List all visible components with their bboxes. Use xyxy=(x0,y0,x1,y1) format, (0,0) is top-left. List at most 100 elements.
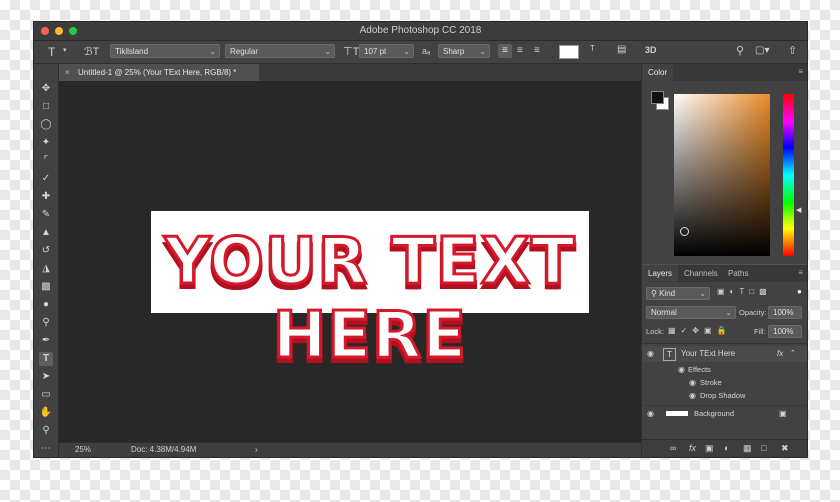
chevron-down-icon[interactable]: ▾ xyxy=(63,46,67,54)
layer-name: Your TExt Here xyxy=(681,349,736,358)
text-orientation-icon[interactable]: ℬT xyxy=(84,45,99,58)
clone-stamp-tool-icon[interactable]: ▲ xyxy=(39,226,53,240)
zoom-level[interactable]: 25% xyxy=(75,445,91,454)
layer-effects-row[interactable]: ◉ Effects xyxy=(642,363,807,377)
3d-button[interactable]: 3D xyxy=(645,45,657,55)
layers-panel: Layers Channels Paths ≡ ⚲ Kind ⌄ ▣◐T□▩ ● … xyxy=(642,265,807,457)
move-tool-icon[interactable]: ✥ xyxy=(39,82,53,96)
share-icon[interactable]: ⇧ xyxy=(788,44,797,57)
panel-menu-icon[interactable]: ≡ xyxy=(798,268,803,277)
panel-menu-icon[interactable]: ≡ xyxy=(798,67,803,76)
fx-icon[interactable]: fx xyxy=(777,346,783,362)
new-group-icon[interactable]: ▦ xyxy=(743,443,752,454)
hue-slider[interactable] xyxy=(783,94,794,256)
anti-alias-dropdown[interactable]: Sharp ⌄ xyxy=(438,44,490,58)
dodge-tool-icon[interactable]: ⚲ xyxy=(39,316,53,330)
marquee-tool-icon[interactable]: □ xyxy=(39,100,53,114)
layer-effect-drop-shadow-row[interactable]: ◉ Drop Shadow xyxy=(642,389,807,403)
tab-color[interactable]: Color xyxy=(642,64,674,81)
window-title: Adobe Photoshop CC 2018 xyxy=(359,25,482,36)
layer-filter-dropdown[interactable]: ⚲ Kind ⌄ xyxy=(646,287,710,300)
layer-effect-stroke-row[interactable]: ◉ Stroke xyxy=(642,376,807,390)
fill-field[interactable]: 100% xyxy=(768,325,802,338)
visibility-eye-icon[interactable]: ◉ xyxy=(646,346,655,362)
path-selection-tool-icon[interactable]: ➤ xyxy=(39,370,53,384)
blend-mode-dropdown[interactable]: Normal ⌄ xyxy=(646,306,736,319)
text-color-swatch[interactable] xyxy=(559,45,579,59)
font-size-dropdown[interactable]: 107 pt ⌄ xyxy=(359,44,414,58)
type-tool-icon[interactable]: T xyxy=(39,352,53,366)
opacity-field[interactable]: 100% xyxy=(768,306,802,319)
anti-alias-value: Sharp xyxy=(443,47,465,56)
chevron-down-icon: ⌄ xyxy=(209,47,216,56)
layer-thumbnail xyxy=(666,411,688,416)
filter-toggle-icon[interactable]: ● xyxy=(797,287,802,296)
add-mask-icon[interactable]: ▣ xyxy=(705,443,714,454)
chevron-down-icon: ⌄ xyxy=(699,289,706,298)
drop-shadow-label: Drop Shadow xyxy=(700,391,746,400)
search-icon[interactable]: ⚲ xyxy=(736,44,744,57)
trash-icon[interactable]: ✖ xyxy=(781,443,789,454)
font-size-value: 107 pt xyxy=(364,47,387,56)
tab-channels[interactable]: Channels xyxy=(678,265,724,282)
link-layers-icon[interactable]: ∞ xyxy=(670,443,676,453)
type-tool-icon[interactable]: T xyxy=(48,45,55,59)
eyedropper-tool-icon[interactable]: ✓ xyxy=(39,172,53,186)
document-canvas[interactable]: YOUR TEXT HERE xyxy=(151,211,589,375)
tab-paths[interactable]: Paths xyxy=(722,265,754,282)
chevron-up-icon[interactable]: ⌃ xyxy=(790,346,796,362)
font-family-dropdown[interactable]: Tikilsland ⌄ xyxy=(110,44,220,58)
pen-tool-icon[interactable]: ✒ xyxy=(39,334,53,348)
tab-document[interactable]: × Untitled-1 @ 25% (Your TExt Here, RGB/… xyxy=(59,64,259,81)
search-icon: ⚲ xyxy=(651,289,657,298)
gradient-tool-icon[interactable]: ▩ xyxy=(39,280,53,294)
lock-options-icons[interactable]: ▦✓✥▣🔒 xyxy=(668,326,731,335)
align-right-button[interactable]: ≡ xyxy=(534,45,540,56)
lasso-tool-icon[interactable]: ◯ xyxy=(39,118,53,132)
status-bar: 25% Doc: 4.38M/4.94M › xyxy=(59,442,641,457)
visibility-eye-icon[interactable]: ◉ xyxy=(646,406,655,422)
close-icon[interactable]: × xyxy=(65,64,70,81)
zoom-tool-icon[interactable]: ⚲ xyxy=(39,424,53,438)
character-panel-icon[interactable]: ▤ xyxy=(617,44,626,55)
opacity-label: Opacity: xyxy=(739,308,767,317)
fx-icon[interactable]: fx xyxy=(689,443,696,453)
canvas-area[interactable]: YOUR TEXT HERE xyxy=(59,81,641,442)
new-layer-icon[interactable]: □ xyxy=(761,443,766,453)
history-brush-tool-icon[interactable]: ↺ xyxy=(39,244,53,258)
magic-wand-tool-icon[interactable]: ✦ xyxy=(39,136,53,150)
visibility-eye-icon[interactable]: ◉ xyxy=(677,363,686,377)
visibility-eye-icon[interactable]: ◉ xyxy=(688,389,697,403)
warp-text-icon[interactable]: ᵀ xyxy=(590,44,595,56)
doc-size-info: Doc: 4.38M/4.94M xyxy=(131,445,197,454)
font-style-value: Regular xyxy=(230,47,259,56)
hue-slider-handle-icon[interactable]: ◀ xyxy=(796,206,801,214)
rectangle-tool-icon[interactable]: ▭ xyxy=(39,388,53,402)
layer-row-background[interactable]: ◉ Background ▣ xyxy=(642,405,807,422)
layers-panel-header: Layers Channels Paths ≡ xyxy=(642,265,807,282)
brush-tool-icon[interactable]: ✎ xyxy=(39,208,53,222)
photoshop-window: Adobe Photoshop CC 2018 T ▾ ℬT Tikilslan… xyxy=(34,22,807,457)
fill-label: Fill: xyxy=(754,327,766,336)
hand-tool-icon[interactable]: ✋ xyxy=(39,406,53,420)
healing-brush-tool-icon[interactable]: ✚ xyxy=(39,190,53,204)
workspace-icon[interactable]: ▢▾ xyxy=(755,45,769,56)
font-style-dropdown[interactable]: Regular ⌄ xyxy=(225,44,335,58)
color-picker-cursor[interactable] xyxy=(680,227,689,236)
layer-row-text[interactable]: ◉ T Your TExt Here fx ⌃ xyxy=(642,346,807,362)
chevron-right-icon[interactable]: › xyxy=(255,445,258,454)
crop-tool-icon[interactable]: ⌜ xyxy=(39,154,53,168)
color-picker-field[interactable] xyxy=(674,94,770,256)
align-left-button[interactable]: ≡ xyxy=(498,44,512,58)
filter-type-icons[interactable]: ▣◐T□▩ xyxy=(717,287,772,296)
blur-tool-icon[interactable]: ● xyxy=(39,298,53,312)
canvas-text-layer[interactable]: YOUR TEXT HERE xyxy=(151,224,589,375)
foreground-color-swatch[interactable] xyxy=(651,91,664,104)
align-center-button[interactable]: ≡ xyxy=(517,45,523,56)
tab-layers[interactable]: Layers xyxy=(642,265,679,282)
more-tools-icon[interactable]: ⋯ xyxy=(39,442,53,456)
visibility-eye-icon[interactable]: ◉ xyxy=(688,376,697,390)
adjustment-layer-icon[interactable]: ◐ xyxy=(724,443,729,453)
font-size-icon: ⊤T xyxy=(343,46,360,58)
eraser-tool-icon[interactable]: ◮ xyxy=(39,262,53,276)
